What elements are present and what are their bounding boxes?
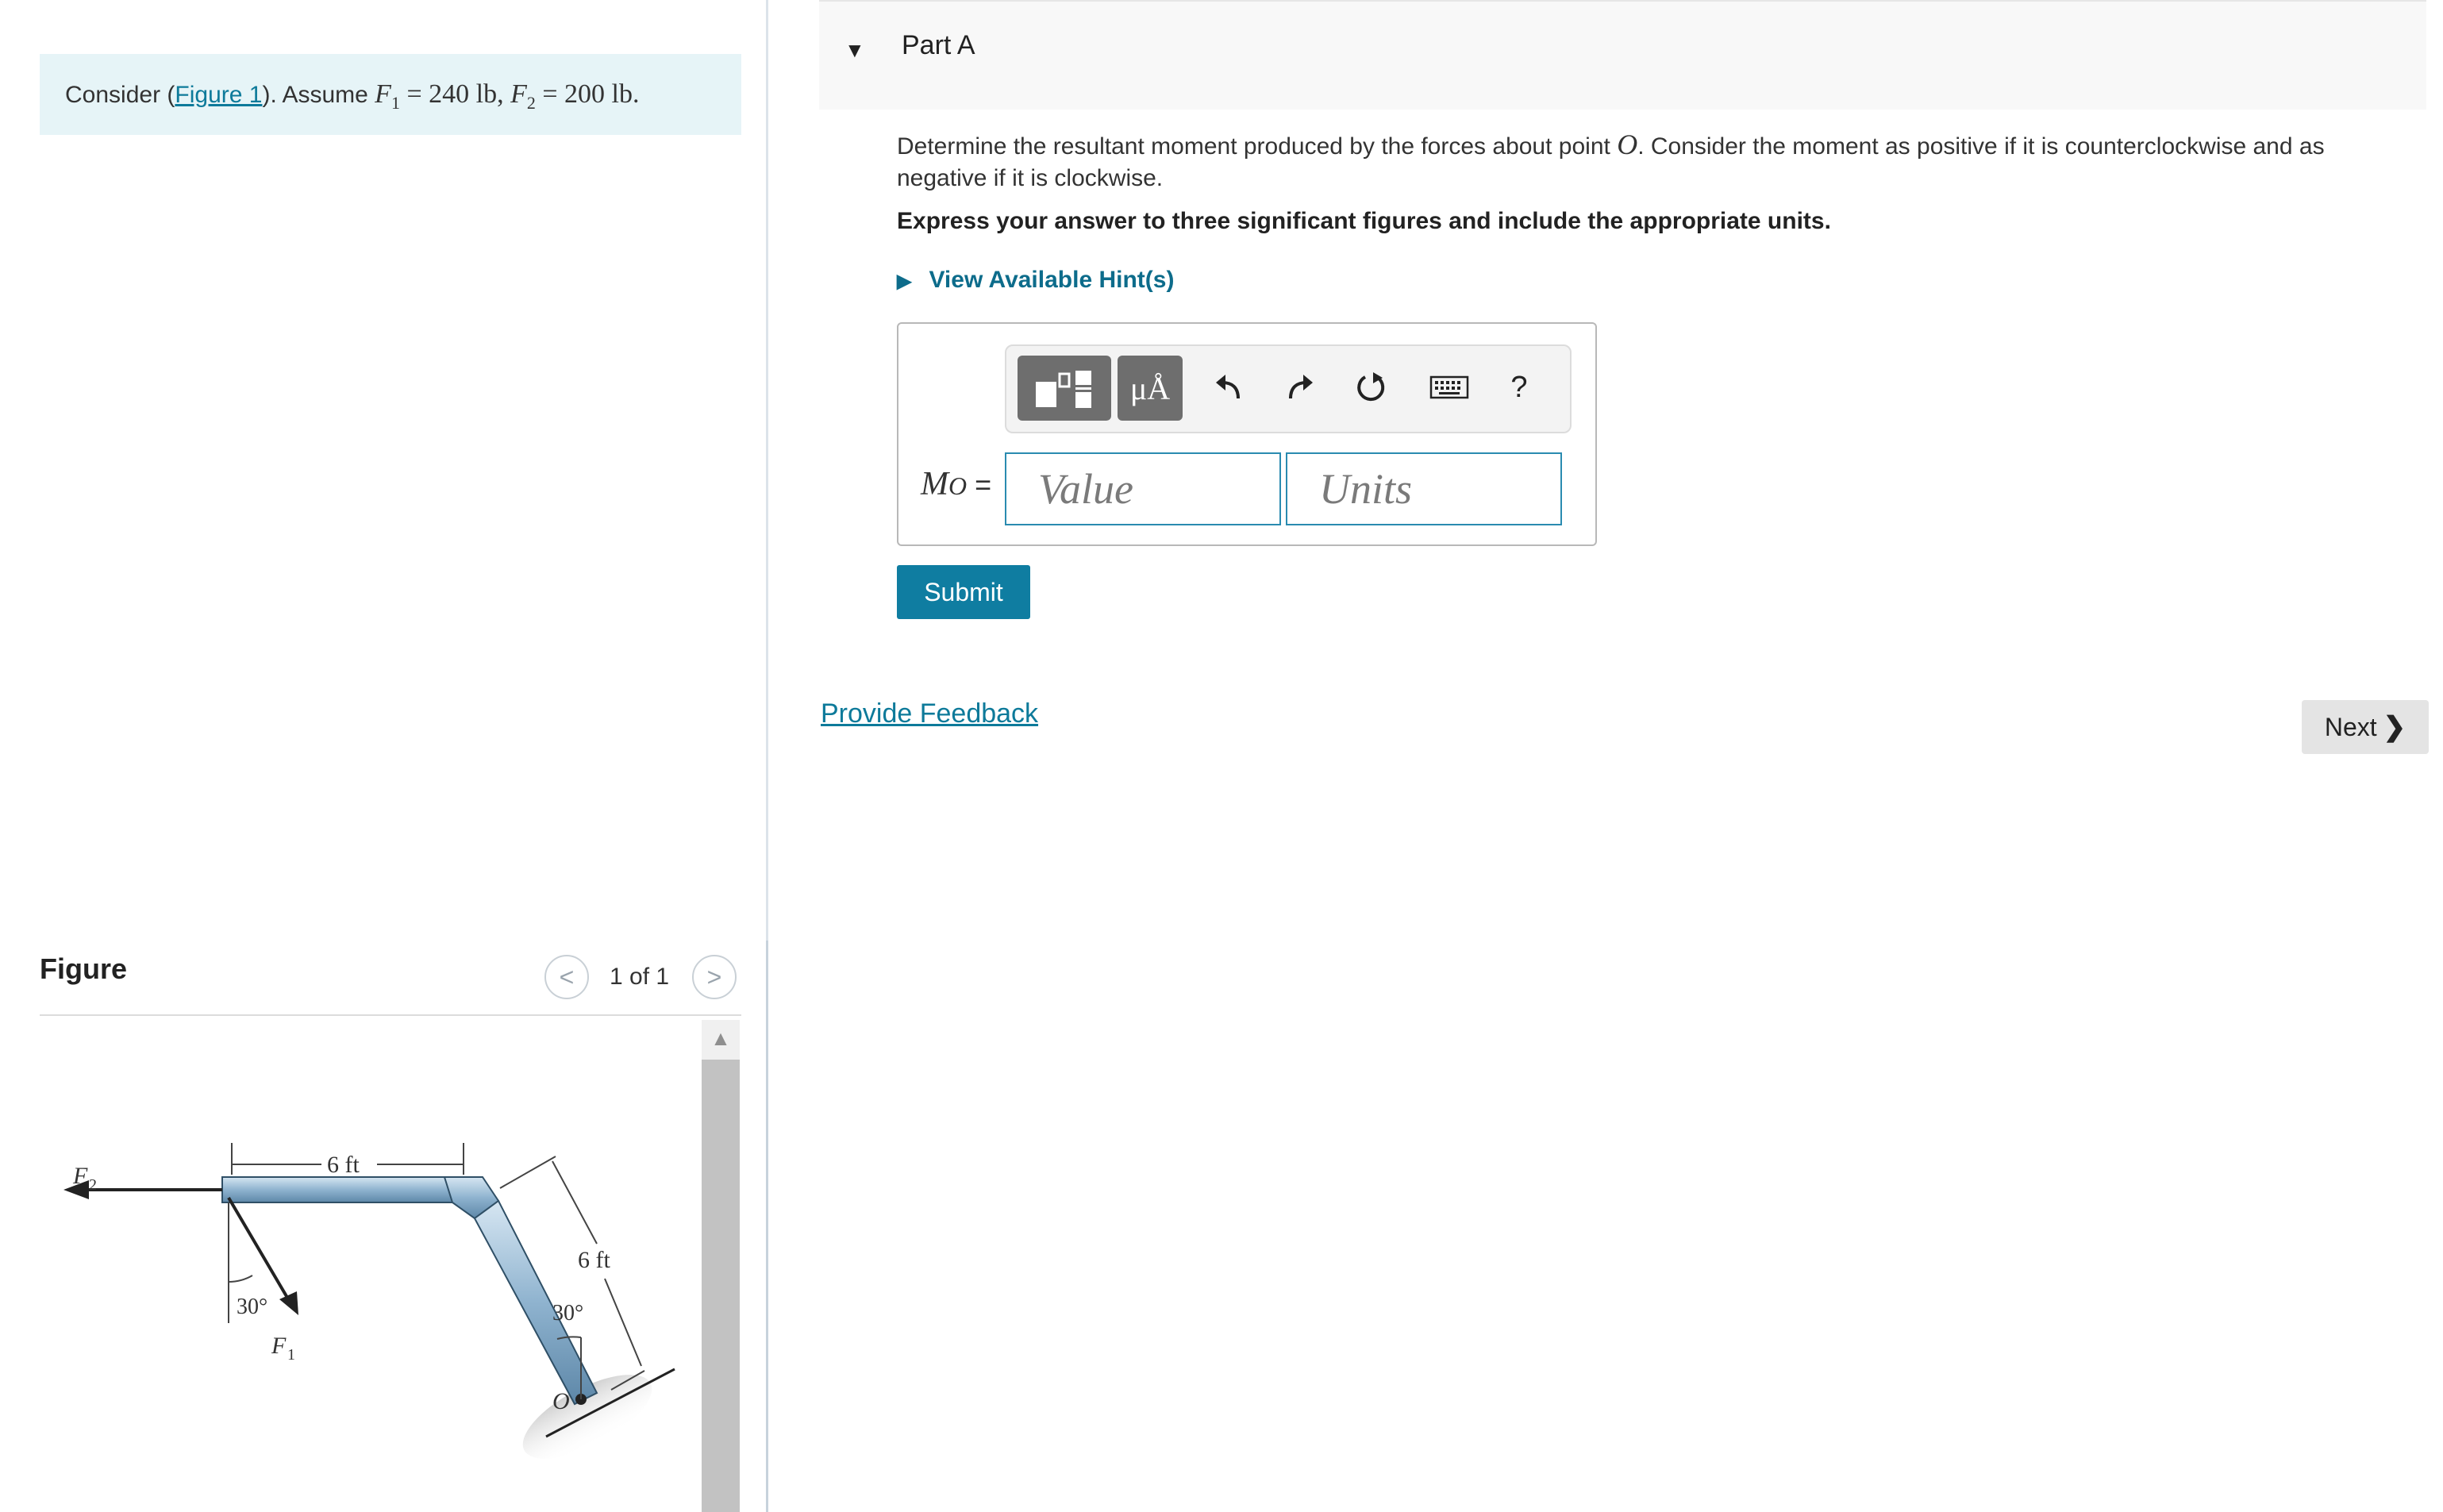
question-start: Determine the resultant moment produced … <box>897 133 1618 160</box>
answer-label-m: M <box>921 466 948 502</box>
f2-subscript: 2 <box>526 92 536 113</box>
view-hints-label: View Available Hint(s) <box>929 267 1175 293</box>
templates-icon <box>1036 371 1091 408</box>
f2-symbol: F <box>510 79 527 109</box>
units-input[interactable] <box>1286 452 1562 525</box>
chevron-right-icon: > <box>706 962 722 991</box>
redo-icon <box>1289 375 1313 399</box>
problem-statement: Consider (Figure 1). Assume F1 = 240 lb,… <box>40 54 741 135</box>
math-toolbar: μÅ ? <box>1005 344 1572 433</box>
submit-button[interactable]: Submit <box>897 565 1030 619</box>
f1-value: = 240 lb, <box>399 79 511 109</box>
keyboard-icon <box>1429 375 1469 399</box>
undo-button[interactable] <box>1210 368 1248 406</box>
help-icon: ? <box>1510 370 1528 404</box>
figure-prev-button[interactable]: < <box>544 955 589 999</box>
figure-next-button[interactable]: > <box>692 955 737 999</box>
redo-button[interactable] <box>1281 368 1319 406</box>
figure-divider <box>40 1014 741 1016</box>
part-header[interactable]: ▼ Part A <box>819 0 2426 110</box>
question-text: Determine the resultant moment produced … <box>897 129 2405 194</box>
answer-box: μÅ ? MO = Value Units <box>897 322 1597 546</box>
f1-angle-arc <box>228 1275 253 1283</box>
scrollbar-thumb[interactable] <box>702 1060 740 1512</box>
f1-subscript: 1 <box>390 92 400 113</box>
templates-button[interactable] <box>1018 356 1111 421</box>
problem-consider-text: Consider ( <box>65 82 175 108</box>
next-button[interactable]: Next ❯ <box>2302 700 2429 754</box>
f1-angle-label: 30° <box>237 1295 267 1319</box>
left-pane: Consider (Figure 1). Assume F1 = 240 lb,… <box>0 0 778 1512</box>
caret-down-icon[interactable]: ▼ <box>844 38 865 63</box>
point-o-label: O <box>552 1388 570 1414</box>
dim-diag-line-upper <box>552 1160 598 1245</box>
f2-label: F <box>72 1163 88 1189</box>
chevron-left-icon: < <box>559 962 575 991</box>
answer-label: MO = <box>921 465 991 503</box>
help-button[interactable]: ? <box>1500 368 1538 406</box>
scroll-up-arrow-icon[interactable]: ▲ <box>702 1020 740 1056</box>
figure-counter: 1 of 1 <box>610 964 670 990</box>
units-button[interactable]: μÅ <box>1118 356 1183 421</box>
figure-diagram: F 2 30° F 1 6 ft 6 ft 30° O <box>63 1143 675 1459</box>
f1-arrow-shaft <box>227 1196 291 1303</box>
next-label: Next <box>2324 712 2377 741</box>
undo-icon <box>1216 375 1240 399</box>
o-angle-label: 30° <box>552 1301 583 1325</box>
dim-diag-label: 6 ft <box>578 1247 610 1273</box>
units-icon: μÅ <box>1129 370 1171 406</box>
figure-title: Figure <box>40 952 128 985</box>
answer-instruction: Express your answer to three significant… <box>897 208 1831 234</box>
keyboard-button[interactable] <box>1427 368 1472 406</box>
figure-scrollbar[interactable]: ▲ <box>702 1020 740 1512</box>
value-input[interactable] <box>1005 452 1281 525</box>
f1-label-subscript: 1 <box>287 1346 295 1364</box>
dim-diag-top-tick <box>499 1156 556 1189</box>
problem-assume-text: ). Assume <box>262 82 375 108</box>
chevron-right-icon: ❯ <box>2383 712 2406 742</box>
view-hints-toggle[interactable]: ▶ View Available Hint(s) <box>897 267 1174 294</box>
provide-feedback-link[interactable]: Provide Feedback <box>821 698 1038 729</box>
reset-button[interactable] <box>1352 368 1391 406</box>
reset-icon <box>1357 372 1385 402</box>
f1-arrowhead <box>279 1291 298 1315</box>
f1-label: F <box>271 1333 287 1359</box>
beam-horizontal <box>221 1176 453 1203</box>
question-point: O <box>1617 129 1638 160</box>
part-title: Part A <box>902 30 975 60</box>
figure-link[interactable]: Figure 1 <box>175 82 262 108</box>
f1-symbol: F <box>375 79 391 109</box>
f2-label-subscript: 2 <box>89 1176 97 1194</box>
dim-diag-line-lower <box>604 1278 642 1367</box>
f2-value: = 200 lb. <box>535 79 640 109</box>
dim-top-label: 6 ft <box>327 1152 360 1178</box>
caret-right-icon: ▶ <box>897 271 912 292</box>
answer-label-sub: O <box>948 471 968 500</box>
answer-label-eq: = <box>967 468 992 501</box>
pane-divider-lower <box>766 941 768 1512</box>
